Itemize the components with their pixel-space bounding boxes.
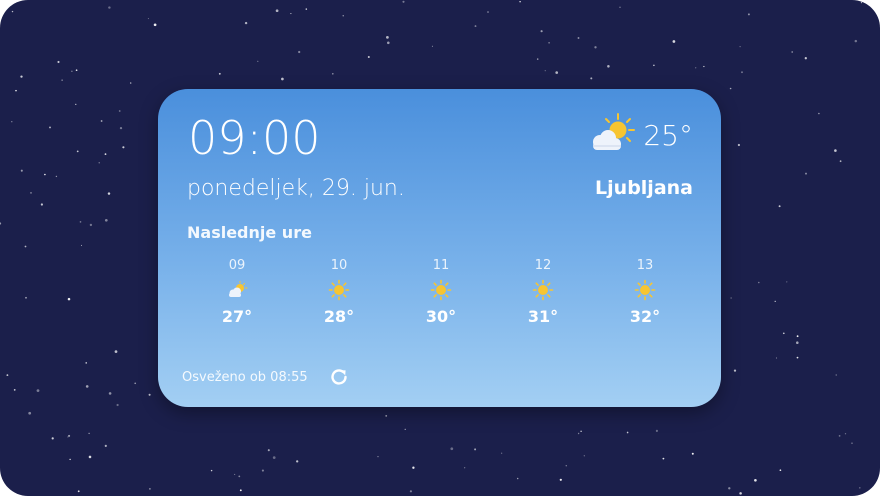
hour-label: 12	[534, 258, 552, 273]
hour-temperature: 32°	[629, 307, 661, 326]
forecast-title: Naslednje ure	[187, 223, 312, 242]
widget-footer: Osveženo ob 08:55	[182, 364, 352, 390]
partly-cloudy-icon	[593, 113, 636, 150]
sun-icon	[430, 279, 452, 301]
current-time: 09:00	[188, 111, 321, 165]
city-name: Ljubljana	[595, 177, 693, 199]
hour-item: 12 31°	[493, 259, 593, 325]
home-screen: 09:00 ponedeljek, 29. jun. 25° Ljubljana…	[0, 0, 880, 496]
current-date: ponedeljek, 29. jun.	[187, 176, 405, 201]
current-conditions: 25°	[585, 111, 693, 155]
last-refreshed: Osveženo ob 08:55	[182, 369, 308, 385]
hour-label: 13	[636, 258, 654, 273]
refresh-button[interactable]	[326, 364, 352, 390]
weather-widget[interactable]: 09:00 ponedeljek, 29. jun. 25° Ljubljana…	[158, 89, 721, 407]
hourly-forecast: 09 27° 10 28° 11 30° 12 31° 13 32°	[187, 259, 695, 325]
partly-cloudy-icon	[229, 281, 248, 297]
hour-item: 13 32°	[595, 259, 695, 325]
sun-icon	[532, 279, 554, 301]
hour-temperature: 28°	[323, 307, 355, 326]
hour-item: 10 28°	[289, 259, 389, 325]
hour-label: 10	[330, 258, 348, 273]
hour-label: 11	[432, 258, 450, 273]
current-temperature: 25°	[643, 119, 693, 152]
hour-temperature: 31°	[527, 307, 559, 326]
hour-item: 09 27°	[187, 259, 287, 325]
hour-item: 11 30°	[391, 259, 491, 325]
sun-icon	[634, 279, 656, 301]
hour-label: 09	[228, 258, 246, 273]
hour-temperature: 27°	[221, 307, 253, 326]
refresh-icon	[330, 369, 347, 385]
hour-temperature: 30°	[425, 307, 457, 326]
sun-icon	[328, 279, 350, 301]
